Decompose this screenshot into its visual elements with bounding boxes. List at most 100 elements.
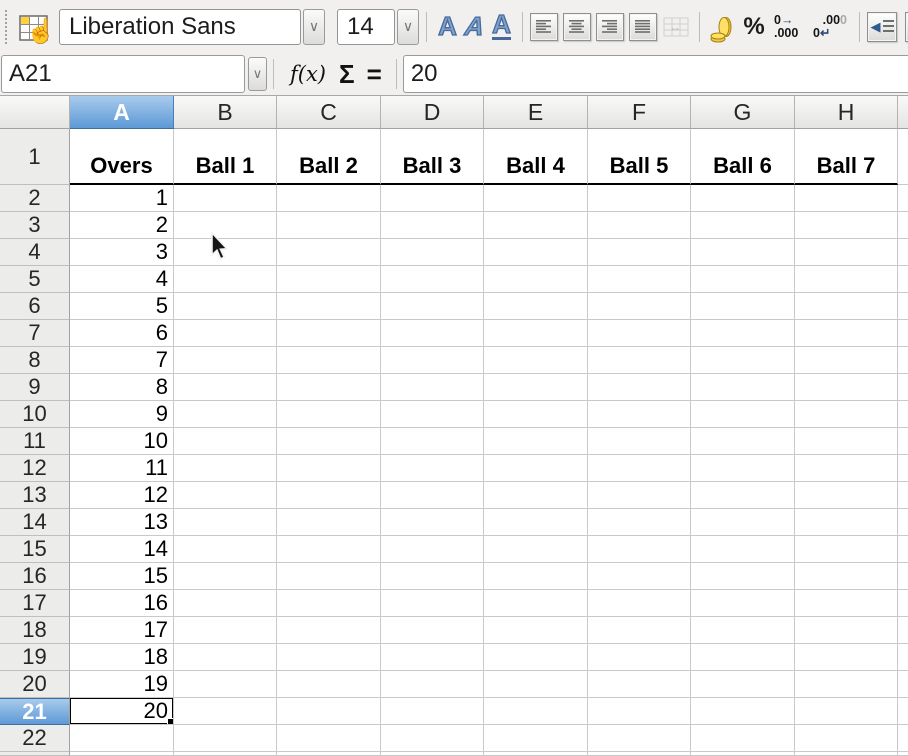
cell-partial-11[interactable] (898, 428, 908, 455)
cell-D7[interactable] (381, 320, 484, 347)
cell-F8[interactable] (588, 347, 691, 374)
cell-H22[interactable] (795, 725, 898, 752)
cell-partial-16[interactable] (898, 563, 908, 590)
cell-H21[interactable] (795, 698, 898, 725)
cell-D17[interactable] (381, 590, 484, 617)
cell-C1[interactable]: Ball 2 (277, 129, 381, 185)
row-header-10[interactable]: 10 (0, 401, 70, 428)
cell-D1[interactable]: Ball 3 (381, 129, 484, 185)
cell-B23[interactable] (174, 752, 277, 756)
cell-E4[interactable] (484, 239, 588, 266)
cell-H5[interactable] (795, 266, 898, 293)
cell-C12[interactable] (277, 455, 381, 482)
cell-D2[interactable] (381, 185, 484, 212)
cell-D14[interactable] (381, 509, 484, 536)
cell-C14[interactable] (277, 509, 381, 536)
name-box-dropdown-button[interactable]: ∨ (248, 57, 267, 91)
column-header-A[interactable]: A (70, 96, 174, 129)
cell-C10[interactable] (277, 401, 381, 428)
cell-D21[interactable] (381, 698, 484, 725)
cell-B13[interactable] (174, 482, 277, 509)
cell-F20[interactable] (588, 671, 691, 698)
cell-E13[interactable] (484, 482, 588, 509)
select-all-corner[interactable] (0, 96, 70, 129)
cell-A23[interactable] (70, 752, 174, 756)
cell-G8[interactable] (691, 347, 795, 374)
cell-E23[interactable] (484, 752, 588, 756)
cell-D10[interactable] (381, 401, 484, 428)
cell-H14[interactable] (795, 509, 898, 536)
cell-H2[interactable] (795, 185, 898, 212)
cell-C18[interactable] (277, 617, 381, 644)
underline-button[interactable]: A (488, 10, 515, 44)
cell-partial-4[interactable] (898, 239, 908, 266)
row-header-2[interactable]: 2 (0, 185, 70, 212)
cell-A20[interactable]: 19 (70, 671, 174, 698)
name-box[interactable]: A21 (1, 55, 245, 93)
cell-F2[interactable] (588, 185, 691, 212)
cell-F1[interactable]: Ball 5 (588, 129, 691, 185)
cell-partial-3[interactable] (898, 212, 908, 239)
cell-E8[interactable] (484, 347, 588, 374)
cell-F10[interactable] (588, 401, 691, 428)
toolbar-drag-handle[interactable] (5, 10, 7, 44)
cell-G12[interactable] (691, 455, 795, 482)
font-size-dropdown-button[interactable]: ∨ (397, 9, 419, 45)
cell-G20[interactable] (691, 671, 795, 698)
formula-button[interactable]: = (367, 59, 382, 90)
cell-partial-5[interactable] (898, 266, 908, 293)
cell-A16[interactable]: 15 (70, 563, 174, 590)
cell-D16[interactable] (381, 563, 484, 590)
cell-A11[interactable]: 10 (70, 428, 174, 455)
cell-A4[interactable]: 3 (70, 239, 174, 266)
cell-D9[interactable] (381, 374, 484, 401)
cell-A12[interactable]: 11 (70, 455, 174, 482)
cell-E9[interactable] (484, 374, 588, 401)
cell-G22[interactable] (691, 725, 795, 752)
cell-A21[interactable]: 20 (70, 698, 174, 725)
cell-H10[interactable] (795, 401, 898, 428)
cell-F17[interactable] (588, 590, 691, 617)
cell-H6[interactable] (795, 293, 898, 320)
cell-E21[interactable] (484, 698, 588, 725)
cell-H1[interactable]: Ball 7 (795, 129, 898, 185)
cell-A7[interactable]: 6 (70, 320, 174, 347)
cell-C7[interactable] (277, 320, 381, 347)
cell-A5[interactable]: 4 (70, 266, 174, 293)
cell-D20[interactable] (381, 671, 484, 698)
cell-F18[interactable] (588, 617, 691, 644)
cell-C22[interactable] (277, 725, 381, 752)
cell-B14[interactable] (174, 509, 277, 536)
cell-partial-14[interactable] (898, 509, 908, 536)
cell-partial-13[interactable] (898, 482, 908, 509)
cell-B11[interactable] (174, 428, 277, 455)
cell-H4[interactable] (795, 239, 898, 266)
row-header-14[interactable]: 14 (0, 509, 70, 536)
cell-F23[interactable] (588, 752, 691, 756)
cell-G21[interactable] (691, 698, 795, 725)
cell-F19[interactable] (588, 644, 691, 671)
cell-G13[interactable] (691, 482, 795, 509)
cell-G4[interactable] (691, 239, 795, 266)
cell-C20[interactable] (277, 671, 381, 698)
formula-input-line[interactable]: 20 (403, 55, 908, 93)
cell-C21[interactable] (277, 698, 381, 725)
cell-A17[interactable]: 16 (70, 590, 174, 617)
cell-E19[interactable] (484, 644, 588, 671)
cell-H16[interactable] (795, 563, 898, 590)
cell-F6[interactable] (588, 293, 691, 320)
cell-C11[interactable] (277, 428, 381, 455)
bold-button[interactable]: A (434, 10, 461, 44)
cell-C13[interactable] (277, 482, 381, 509)
delete-decimal-button[interactable]: .00 0 0 ↵ (813, 11, 847, 43)
cell-A18[interactable]: 17 (70, 617, 174, 644)
cell-B12[interactable] (174, 455, 277, 482)
decrease-indent-button[interactable]: ◀ (867, 12, 897, 42)
row-header-15[interactable]: 15 (0, 536, 70, 563)
cell-D8[interactable] (381, 347, 484, 374)
cell-E6[interactable] (484, 293, 588, 320)
cell-E3[interactable] (484, 212, 588, 239)
cell-H7[interactable] (795, 320, 898, 347)
cell-partial-7[interactable] (898, 320, 908, 347)
cell-G1[interactable]: Ball 6 (691, 129, 795, 185)
